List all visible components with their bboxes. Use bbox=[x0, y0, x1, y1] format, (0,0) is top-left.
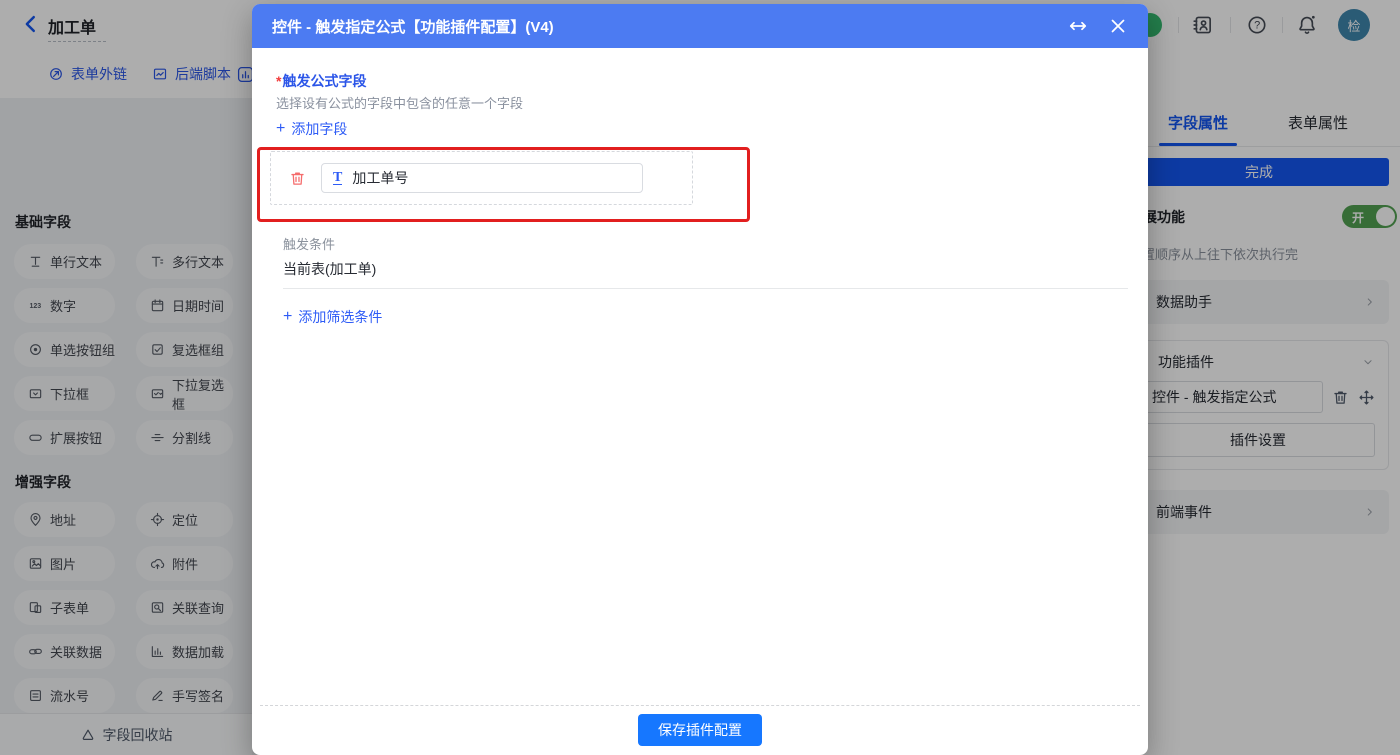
add-filter-label: 添加筛选条件 bbox=[298, 307, 382, 327]
delete-field-icon[interactable] bbox=[289, 170, 306, 187]
required-asterisk: * bbox=[276, 73, 281, 89]
trigger-condition-underline bbox=[283, 288, 1128, 289]
plus-icon: + bbox=[283, 310, 292, 324]
save-plugin-config-button[interactable]: 保存插件配置 bbox=[638, 714, 762, 746]
resize-width-icon[interactable] bbox=[1068, 16, 1088, 36]
modal-body: *触发公式字段 选择设有公式的字段中包含的任意一个字段 + 添加字段 T 加工单号… bbox=[252, 48, 1148, 755]
field-description: 选择设有公式的字段中包含的任意一个字段 bbox=[276, 93, 523, 112]
text-field-type-icon: T bbox=[333, 171, 342, 185]
trigger-field-value: 加工单号 bbox=[352, 168, 408, 188]
add-field-link[interactable]: + 添加字段 bbox=[276, 119, 347, 139]
modal-title: 控件 - 触发指定公式【功能插件配置】(V4) bbox=[272, 16, 1068, 37]
trigger-condition-label: 触发条件 bbox=[283, 234, 335, 253]
trigger-field-input[interactable]: T 加工单号 bbox=[321, 163, 643, 193]
form-designer-app: 加工单 ? 检 表单外链 后端脚本 预览 保存 基础字段 单行文本 多行文本 1… bbox=[0, 0, 1400, 755]
required-field-label-row: *触发公式字段 bbox=[276, 71, 366, 91]
modal-footer: 保存插件配置 bbox=[252, 705, 1148, 755]
add-field-label: 添加字段 bbox=[291, 119, 347, 139]
modal-header: 控件 - 触发指定公式【功能插件配置】(V4) bbox=[252, 4, 1148, 48]
add-filter-link[interactable]: + 添加筛选条件 bbox=[283, 307, 382, 327]
close-icon[interactable] bbox=[1108, 16, 1128, 36]
plus-icon: + bbox=[276, 122, 285, 136]
trigger-condition-value[interactable]: 当前表(加工单) bbox=[283, 259, 376, 279]
plugin-config-modal: 控件 - 触发指定公式【功能插件配置】(V4) *触发公式字段 选择设有公式的字… bbox=[252, 4, 1148, 755]
selected-field-row: T 加工单号 bbox=[270, 151, 693, 205]
required-label: 触发公式字段 bbox=[282, 73, 366, 89]
